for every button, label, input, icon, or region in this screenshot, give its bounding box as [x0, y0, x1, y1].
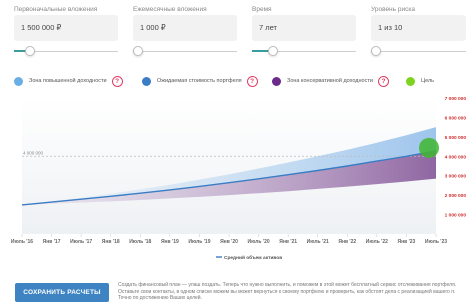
x-tick-label: Июль '18 — [129, 239, 151, 245]
disclaimer-text: Создать финансовый план — улаш поздать. … — [118, 282, 457, 301]
x-tick-label: Янв '18 — [102, 239, 120, 245]
legend-dot — [142, 76, 151, 86]
y-tick-label: 6 000 000 — [445, 115, 466, 121]
legend-item-conservative: Зона консервативной доходности ? — [272, 74, 389, 88]
legend-item-high-yield: Зона повышенной доходности ? — [14, 74, 123, 88]
investment-inputs: Первоначальные вложения 1 500 000 ₽ Ежем… — [0, 4, 466, 64]
x-tick-label: Июль '22 — [366, 239, 388, 245]
help-icon[interactable]: ? — [246, 75, 258, 87]
field-label: Ежемесячные вложения — [133, 6, 207, 13]
portfolio-chart: 4 000 000 7 000 000 6 000 000 5 000 000 4 00… — [0, 94, 466, 272]
legend-label: Цель — [421, 78, 435, 84]
slider-handle[interactable] — [267, 46, 278, 56]
x-tick-label: Янв '17 — [43, 239, 61, 245]
time-input[interactable]: 7 лет — [252, 15, 356, 41]
y-tick-label: 7 000 000 — [445, 96, 466, 102]
chart-legend: Зона повышенной доходности ? Ожидаемая с… — [0, 74, 466, 88]
x-tick-label: Янв '19 — [161, 239, 179, 245]
target-line-label: 4 000 000 — [23, 150, 44, 155]
y-tick-label: 3 000 000 — [445, 174, 466, 180]
y-tick-label: 5 000 000 — [445, 135, 466, 141]
risk-level-input[interactable]: 1 из 10 — [371, 15, 466, 41]
field-label: Первоначальные вложения — [14, 6, 98, 13]
goal-marker — [419, 137, 439, 158]
portfolio-chart-svg: 4 000 000 7 000 000 6 000 000 5 000 000 4 00… — [11, 96, 466, 261]
y-tick-label: 1 000 000 — [445, 213, 466, 219]
x-tick-label: Янв '20 — [220, 239, 238, 245]
monthly-investment-field: Ежемесячные вложения 1 000 ₽ — [133, 4, 237, 41]
time-field: Время 7 лет — [252, 4, 356, 41]
field-label: Уровень риска — [371, 6, 415, 13]
monthly-investment-slider[interactable] — [133, 46, 237, 56]
initial-investment-input[interactable]: 1 500 000 ₽ — [14, 15, 118, 41]
x-tick-label: Июль '17 — [70, 239, 92, 245]
x-tick-label: Июль '23 — [425, 239, 447, 245]
legend-item-goal: Цель — [406, 74, 434, 88]
risk-level-field: Уровень риска 1 из 10 — [371, 4, 466, 41]
monthly-investment-input[interactable]: 1 000 ₽ — [133, 15, 237, 41]
series-legend-label: Средний объем активов — [224, 254, 282, 261]
initial-investment-field: Первоначальные вложения 1 500 000 ₽ — [14, 4, 118, 41]
field-label: Время — [252, 6, 272, 13]
legend-label: Зона повышенной доходности — [29, 78, 107, 84]
legend-dot — [14, 76, 23, 86]
slider-handle[interactable] — [133, 46, 143, 56]
save-calculations-button[interactable]: СОХРАНИТЬ РАСЧЕТЫ — [15, 283, 109, 302]
slider-handle[interactable] — [371, 46, 381, 56]
x-tick-label: Янв '23 — [398, 239, 416, 245]
legend-label: Ожидаемая стоимость портфеля — [157, 78, 242, 84]
slider-handle[interactable] — [24, 46, 35, 56]
initial-investment-slider[interactable] — [14, 46, 118, 56]
x-tick-label: Янв '21 — [279, 239, 297, 245]
help-icon[interactable]: ? — [377, 75, 389, 87]
legend-item-expected-value: Ожидаемая стоимость портфеля ? — [142, 74, 258, 88]
x-tick-label: Июль '21 — [307, 239, 329, 245]
x-tick-label: Июль '16 — [11, 239, 33, 245]
legend-dot — [272, 76, 281, 86]
x-tick-label: Июль '19 — [188, 239, 210, 245]
y-tick-label: 2 000 000 — [445, 193, 466, 199]
y-tick-label: 4 000 000 — [445, 154, 466, 160]
x-tick-label: Июль '20 — [248, 239, 270, 245]
help-icon[interactable]: ? — [111, 75, 123, 87]
legend-label: Зона консервативной доходности — [287, 78, 373, 84]
time-slider[interactable] — [252, 46, 356, 56]
x-tick-label: Янв '22 — [338, 239, 356, 245]
risk-level-slider[interactable] — [371, 46, 466, 56]
legend-dot — [406, 76, 415, 86]
